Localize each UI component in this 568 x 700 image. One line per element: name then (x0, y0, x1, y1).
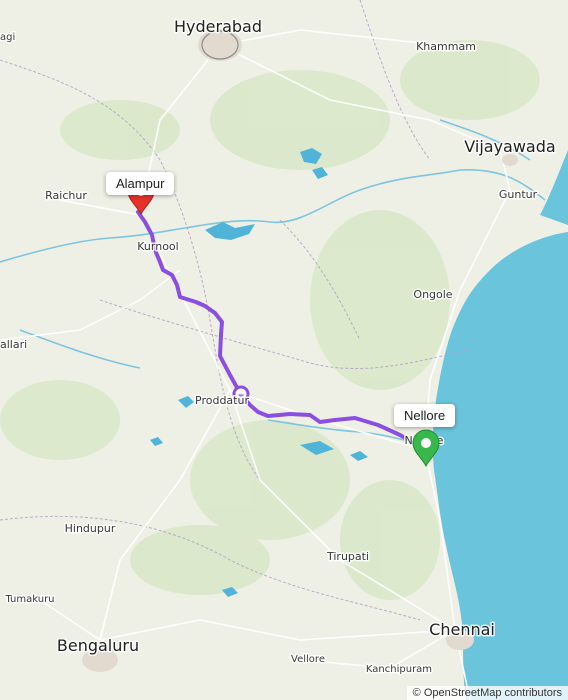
end-marker-label[interactable]: Nellore (394, 404, 456, 427)
map-canvas[interactable]: ≡ Hyderabad Vijayawada Bengaluru Chennai… (0, 0, 568, 700)
city-label-hyderabad: Hyderabad (174, 17, 262, 36)
city-label-tumakuru: Tumakuru (4, 594, 54, 605)
city-label-chennai: Chennai (429, 620, 495, 639)
map-view[interactable]: ≡ Hyderabad Vijayawada Bengaluru Chennai… (0, 0, 568, 700)
city-label-edge: agi (0, 32, 15, 43)
city-label-bengaluru: Bengaluru (57, 636, 139, 655)
city-label-hindupur: Hindupur (65, 522, 116, 535)
city-label-vellore: Vellore (291, 654, 325, 665)
attribution-text[interactable]: © OpenStreetMap contributors (413, 687, 562, 699)
city-label-ballari: allari (0, 338, 27, 351)
city-label-tirupati: Tirupati (326, 550, 369, 563)
city-label-guntur: Guntur (499, 188, 538, 201)
map-attribution: © OpenStreetMap contributors (406, 686, 568, 700)
city-label-kurnool: Kurnool (137, 240, 178, 253)
pin-dot-icon (421, 438, 431, 448)
city-label-kanchipuram: Kanchipuram (366, 664, 432, 675)
city-label-raichur: Raichur (45, 189, 87, 202)
city-label-proddatur: Proddatur (195, 394, 249, 407)
city-label-khammam: Khammam (416, 40, 476, 53)
start-marker-label[interactable]: Alampur (106, 172, 175, 195)
city-label-ongole: Ongole (413, 288, 452, 301)
city-label-vijayawada: Vijayawada (464, 137, 555, 156)
